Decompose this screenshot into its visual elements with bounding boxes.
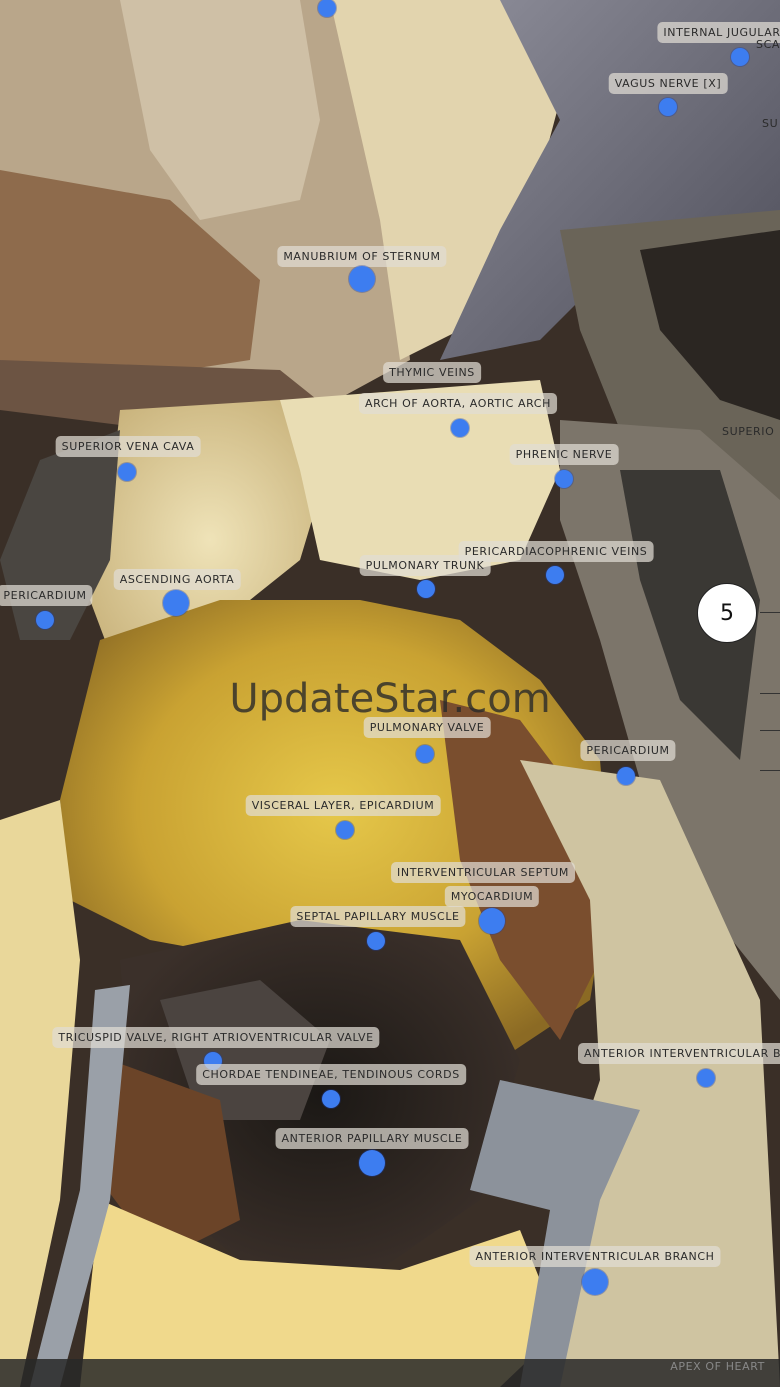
label-pericardium-left[interactable]: PERICARDIUM	[0, 585, 93, 606]
marker-arch-of-aorta[interactable]	[451, 419, 469, 437]
marker-vagus-nerve[interactable]	[659, 98, 677, 116]
marker-pericardium-left[interactable]	[36, 611, 54, 629]
label-pulmonary-valve[interactable]: PULMONARY VALVE	[363, 717, 491, 738]
marker-chordae-tendineae[interactable]	[322, 1090, 340, 1108]
label-chordae-tendineae[interactable]: CHORDAE TENDINEAE, TENDINOUS CORDS	[196, 1064, 466, 1085]
scale-tick	[760, 612, 780, 613]
marker-ascending-aorta[interactable]	[163, 590, 189, 616]
label-phrenic-nerve[interactable]: PHRENIC NERVE	[509, 444, 619, 465]
marker-internal-jugular[interactable]	[731, 48, 749, 66]
label-thymic-veins[interactable]: THYMIC VEINS	[383, 362, 481, 383]
watermark-text: UpdateStar.com	[229, 676, 551, 722]
label-pulmonary-trunk[interactable]: PULMONARY TRUNK	[359, 555, 491, 576]
marker-phrenic-nerve[interactable]	[555, 470, 573, 488]
label-manubrium[interactable]: MANUBRIUM OF STERNUM	[277, 246, 447, 267]
marker-superior-vena-cava[interactable]	[118, 463, 136, 481]
label-anterior-interventricular-branch[interactable]: ANTERIOR INTERVENTRICULAR BRANCH	[469, 1246, 721, 1267]
label-arch-of-aorta[interactable]: ARCH OF AORTA, AORTIC ARCH	[359, 393, 557, 414]
step-number-button[interactable]: 5	[697, 583, 757, 643]
label-sca-edge[interactable]: SCA	[756, 38, 780, 51]
marker-pericardiacophrenic[interactable]	[546, 566, 564, 584]
marker-anterior-papillary[interactable]	[359, 1150, 385, 1176]
marker-pulmonary-valve[interactable]	[416, 745, 434, 763]
scale-tick	[760, 770, 780, 771]
label-su-edge[interactable]: SU	[762, 117, 778, 130]
scale-tick	[760, 693, 780, 694]
bottom-label-apex[interactable]: APEX OF HEART	[670, 1360, 765, 1373]
label-superior-vena-cava[interactable]: SUPERIOR VENA CAVA	[55, 436, 201, 457]
label-anterior-interventricular-b[interactable]: ANTERIOR INTERVENTRICULAR B	[578, 1043, 780, 1064]
label-vagus-nerve[interactable]: VAGUS NERVE [X]	[608, 73, 728, 94]
label-ascending-aorta[interactable]: ASCENDING AORTA	[113, 569, 241, 590]
marker-anterior-interventricular-branch[interactable]	[582, 1269, 608, 1295]
label-pericardium-right[interactable]: PERICARDIUM	[580, 740, 676, 761]
marker-pulmonary-trunk[interactable]	[417, 580, 435, 598]
marker-visceral-layer[interactable]	[336, 821, 354, 839]
marker-septal-papillary[interactable]	[367, 932, 385, 950]
label-septal-papillary[interactable]: SEPTAL PAPILLARY MUSCLE	[290, 906, 466, 927]
label-anterior-papillary[interactable]: ANTERIOR PAPILLARY MUSCLE	[275, 1128, 469, 1149]
label-superio-edge[interactable]: SUPERIO	[722, 425, 774, 438]
bottom-bar	[0, 1359, 780, 1387]
marker-anterior-interventricular-b[interactable]	[697, 1069, 715, 1087]
marker-myocardium[interactable]	[479, 908, 505, 934]
marker-manubrium[interactable]	[349, 266, 375, 292]
label-myocardium[interactable]: MYOCARDIUM	[444, 886, 540, 907]
label-interventricular-septum[interactable]: INTERVENTRICULAR SEPTUM	[391, 862, 575, 883]
label-tricuspid-valve[interactable]: TRICUSPID VALVE, RIGHT ATRIOVENTRICULAR …	[52, 1027, 380, 1048]
label-visceral-layer[interactable]: VISCERAL LAYER, EPICARDIUM	[245, 795, 441, 816]
scale-tick	[760, 730, 780, 731]
marker-pericardium-right[interactable]	[617, 767, 635, 785]
